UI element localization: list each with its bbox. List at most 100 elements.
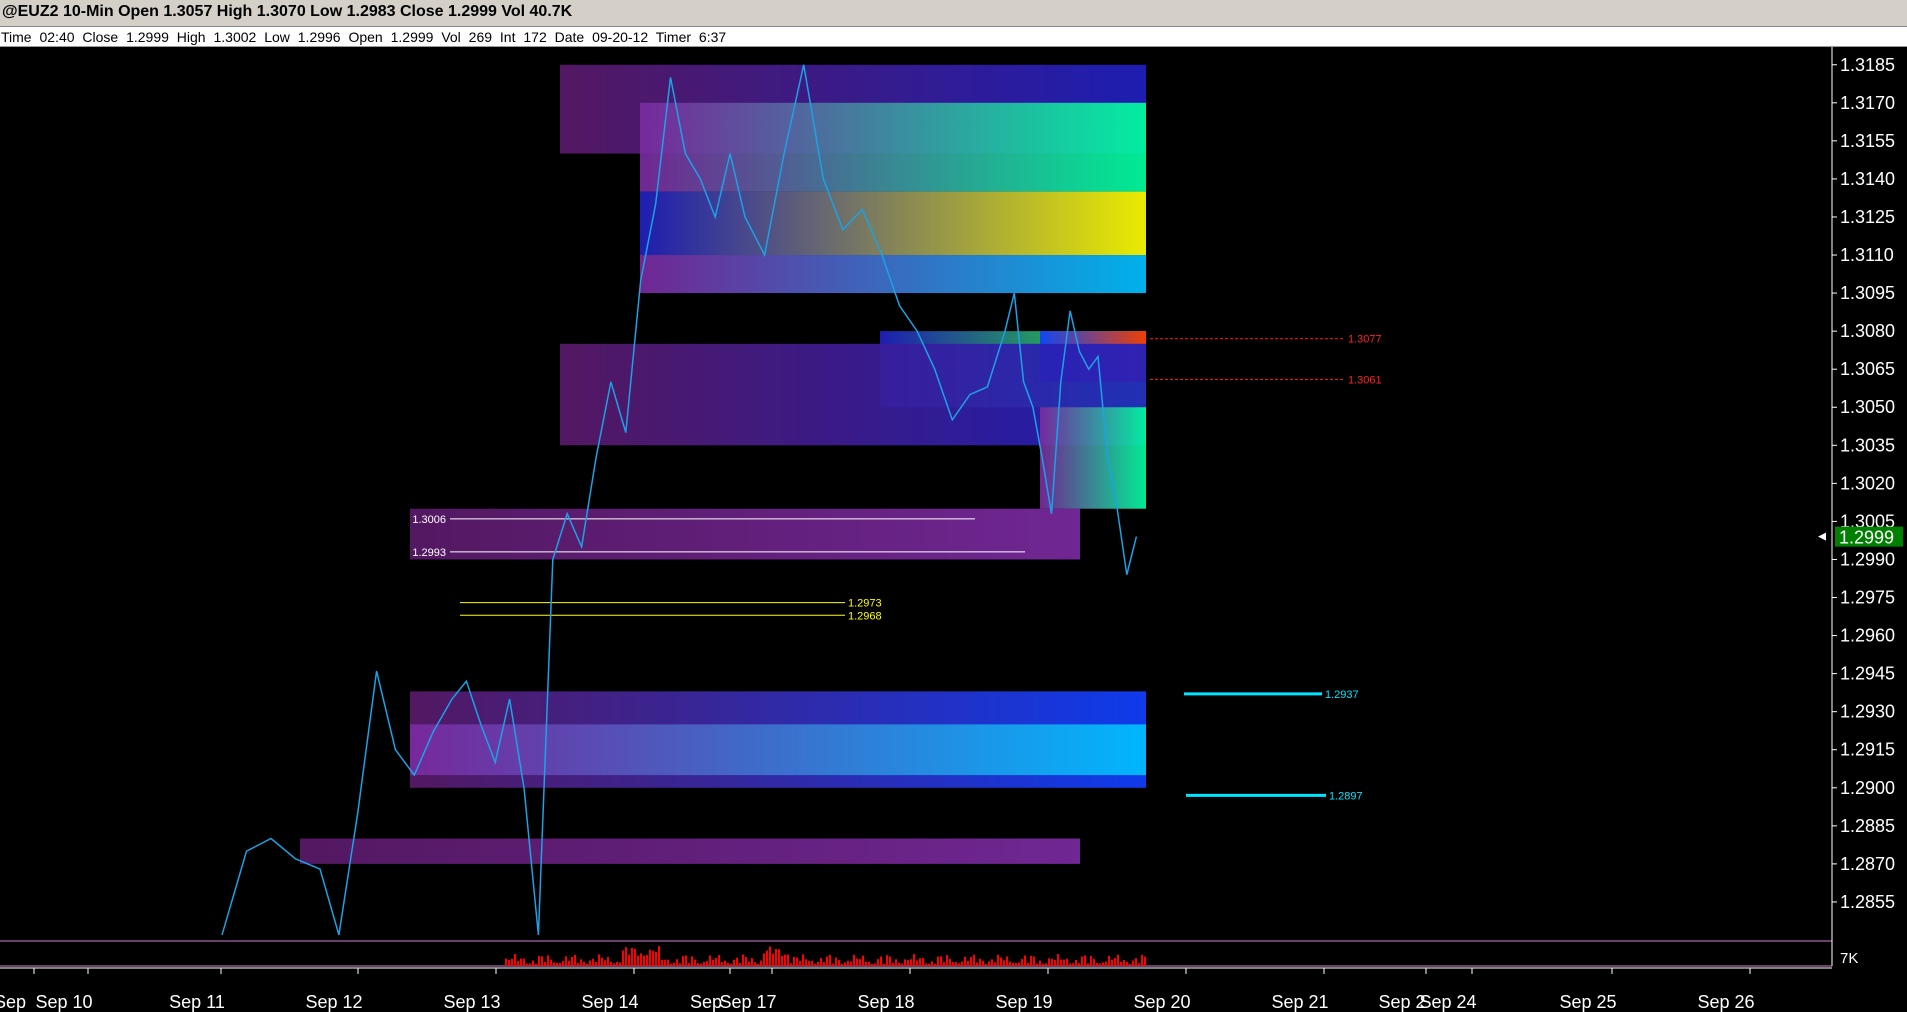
x-tick-label: Sep 24 [1419, 992, 1476, 1012]
x-tick-label: Sep [690, 992, 722, 1012]
volume-bar [931, 961, 933, 966]
volume-bar [703, 961, 705, 966]
volume-bar [685, 955, 687, 966]
volume-bar [574, 954, 576, 966]
volume-bar [532, 960, 534, 966]
volume-bar [847, 960, 849, 966]
y-tick-label: 1.2945 [1840, 664, 1895, 684]
volume-bar [748, 961, 750, 966]
volume-bar [949, 958, 951, 966]
volume-bar [811, 960, 813, 966]
volume-bar [529, 963, 531, 966]
y-tick-label: 1.2975 [1840, 588, 1895, 608]
volume-bar [958, 963, 960, 966]
volume-bar [1009, 961, 1011, 966]
y-tick-label: 1.3140 [1840, 169, 1895, 189]
volume-bar [973, 954, 975, 966]
volume-axis-label: 7K [1840, 950, 1858, 967]
volume-bar [754, 962, 756, 966]
volume-bar [1042, 963, 1044, 966]
x-tick-label: Sep 11 [169, 992, 225, 1012]
y-tick-label: 1.3050 [1840, 397, 1895, 417]
y-tick-label: 1.2960 [1840, 626, 1895, 646]
y-tick-label: 1.3155 [1840, 131, 1895, 151]
volume-bar [928, 963, 930, 966]
y-tick-label: 1.2990 [1840, 549, 1895, 569]
volume-bar [1096, 963, 1098, 966]
volume-bar [736, 957, 738, 966]
volume-bar [637, 955, 639, 966]
volume-bar [997, 954, 999, 966]
volume-bar [1051, 958, 1053, 966]
volume-bar [955, 962, 957, 966]
y-tick-label: 1.3185 [1840, 55, 1895, 75]
volume-bar [1003, 960, 1005, 966]
volume-bar [961, 961, 963, 966]
volume-bar [853, 954, 855, 966]
volume-bar [700, 963, 702, 966]
volume-bar [940, 956, 942, 966]
volume-bar [1081, 956, 1083, 966]
volume-bar [616, 961, 618, 966]
volume-bar [835, 957, 837, 966]
volume-bar [1108, 955, 1110, 966]
y-tick-label: 1.3065 [1840, 359, 1895, 379]
volume-bar [829, 954, 831, 966]
volume-bar [982, 960, 984, 966]
volume-bar [631, 947, 633, 966]
volume-bar [943, 962, 945, 966]
volume-bar [841, 963, 843, 966]
y-tick-label: 1.3110 [1840, 245, 1894, 265]
volume-bar [1063, 959, 1065, 966]
volume-bar [1057, 954, 1059, 966]
volume-bar [1084, 955, 1086, 966]
volume-bar [985, 963, 987, 966]
x-tick-label: Sep 21 [1271, 992, 1328, 1012]
price-chart[interactable]: 1.3077 1.3061 1.3006 1.2993 1.29731.2968 1.29… [0, 0, 1907, 1012]
volume-bar [604, 960, 606, 966]
volume-bar [1099, 963, 1101, 966]
volume-bar [577, 962, 579, 966]
volume-bar [634, 949, 636, 966]
volume-bar [934, 963, 936, 966]
price-level-label: 1.2968 [848, 610, 882, 622]
volume-bar [694, 959, 696, 966]
volume-bar [538, 956, 540, 966]
volume-bar [904, 959, 906, 966]
volume-bar [625, 947, 627, 966]
volume-bar [1018, 962, 1020, 966]
volume-bar [598, 954, 600, 966]
x-tick-label: Sep 10 [35, 992, 92, 1012]
price-level-label: 1.2973 [848, 598, 882, 610]
x-tick-label: Sep 14 [581, 992, 638, 1012]
volume-bar [820, 958, 822, 966]
volume-bar [691, 956, 693, 966]
volume-bar [730, 963, 732, 966]
volume-bar [607, 957, 609, 966]
volume-bar [898, 962, 900, 966]
volume-bar [586, 963, 588, 966]
volume-bar [919, 958, 921, 966]
y-tick-label: 1.3170 [1840, 93, 1895, 113]
volume-bar [553, 962, 555, 966]
volume-bar [1054, 960, 1056, 966]
volume-bar [877, 959, 879, 966]
volume-bar [862, 955, 864, 966]
volume-bar [649, 949, 651, 966]
volume-bar [643, 955, 645, 966]
volume-bar [979, 958, 981, 966]
volume-bar [718, 955, 720, 966]
volume-bar [1102, 962, 1104, 966]
volume-bar [838, 960, 840, 966]
volume-bar [1075, 959, 1077, 966]
volume-bar [991, 959, 993, 966]
y-tick-label: 1.3035 [1840, 435, 1895, 455]
y-tick-label: 1.2915 [1840, 740, 1895, 760]
price-level-label: 1.3006 [412, 514, 446, 526]
volume-bar [640, 953, 642, 966]
volume-bar [826, 956, 828, 966]
volume-bar [592, 958, 594, 966]
volume-bar [832, 963, 834, 966]
volume-bar [892, 962, 894, 966]
x-tick-label: Sep 25 [1559, 992, 1616, 1012]
